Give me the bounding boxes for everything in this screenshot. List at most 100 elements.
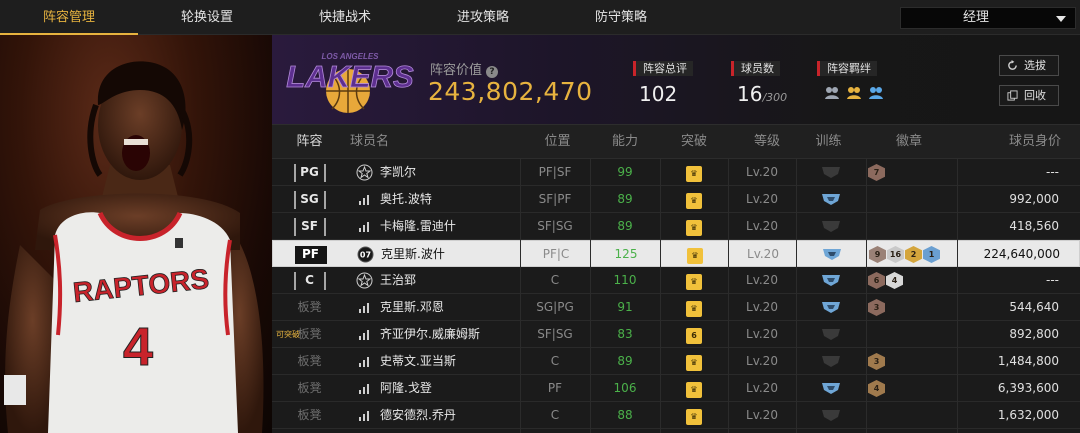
table-row[interactable]: SG 奥托.波特 SF|PF 89 ♛ Lv.20 992,000 <box>272 186 1080 213</box>
header-player-value: 球员身价 <box>1008 134 1061 149</box>
refresh-icon <box>1008 60 1017 70</box>
table-row[interactable]: SF 卡梅隆.雷迪什 SF|SG 89 ♛ Lv.20 418,560 <box>272 213 1080 240</box>
table-row[interactable]: 板凳 克里斯.邓恩 SG|PG 91 ♛ Lv.20 3 544,640 <box>272 294 1080 321</box>
badge-icon[interactable]: 4 <box>886 272 903 289</box>
header-lineup: 阵容 <box>296 134 323 149</box>
badge-icon[interactable]: 3 <box>868 299 885 316</box>
badge-icon[interactable]: 3 <box>868 353 885 370</box>
player-position: SG|PG <box>536 300 574 314</box>
recycle-button[interactable]: 回收 <box>999 85 1059 106</box>
breakthrough-cell: ♛ <box>660 213 728 239</box>
crown-icon: ♛ <box>686 220 702 236</box>
training-active-icon[interactable] <box>821 300 841 314</box>
lineup-value: 243,802,470 <box>428 77 593 106</box>
team-header: LOS ANGELES LAKERS 阵容价值? 243,802,470 阵容总… <box>272 35 1080 125</box>
crown-icon: ♛ <box>686 166 702 182</box>
table-row[interactable]: 板凳 德安德烈.乔丹 C 88 ♛ Lv.20 1,632,000 <box>272 402 1080 429</box>
player-position: PF <box>547 381 563 395</box>
lineup-value-label: 阵容价值? <box>430 59 499 78</box>
badge-icon[interactable]: 16 <box>887 246 904 263</box>
table-header: 阵容 球员名 位置 能力 突破 等级 训练 徽章 球员身价 <box>272 125 1080 159</box>
signal-bars-icon <box>359 330 369 340</box>
bond-blue-icon[interactable] <box>867 84 885 102</box>
training-inactive-icon[interactable] <box>821 327 841 341</box>
player-market-value: 544,640 <box>1009 300 1059 314</box>
table-row[interactable]: PG 李凯尔 PF|SF 99 ♛ Lv.20 7 --- <box>272 159 1080 186</box>
player-market-value: --- <box>1046 273 1059 287</box>
signal-bars-icon <box>359 195 369 205</box>
column-divider <box>957 159 958 433</box>
rank-number-icon: 07 <box>357 246 374 263</box>
lineup-slot: SG <box>272 186 347 212</box>
player-position: SF|PF <box>538 192 572 206</box>
table-row[interactable]: PF 07 克里斯.波什 PF|C 125 ♛ Lv.20 9 16 2 1 224,640,000 <box>272 240 1080 267</box>
lakers-logo: LOS ANGELES LAKERS <box>286 47 416 117</box>
training-active-icon[interactable] <box>821 381 841 395</box>
player-rating: 89 <box>617 192 633 206</box>
training-cell <box>796 267 866 293</box>
tab-rotation-settings[interactable]: 轮换设置 <box>138 0 276 35</box>
training-inactive-icon[interactable] <box>821 354 841 368</box>
crown-icon: ♛ <box>686 355 702 371</box>
player-level: Lv.20 <box>746 327 778 341</box>
table-row[interactable]: 板凳 史蒂文.亚当斯 C 89 ♛ Lv.20 3 1,484,800 <box>272 348 1080 375</box>
breakthrough-cell: ♛ <box>660 348 728 374</box>
badge-icon[interactable]: 9 <box>869 246 886 263</box>
overall-rating-value: 102 <box>639 82 678 106</box>
player-market-value: 1,632,000 <box>997 408 1059 422</box>
player-name: 齐亚伊尔.威廉姆斯 <box>380 327 480 341</box>
player-portrait: RAPTORS 4 <box>0 35 272 433</box>
table-row[interactable]: 板凳 齐亚伊尔.威廉姆斯 SF|SG 83 6 Lv.20 892,800 <box>272 321 1080 348</box>
overall-rating-label: 阵容总评 <box>633 61 693 76</box>
training-inactive-icon[interactable] <box>821 408 841 422</box>
player-market-value: 418,560 <box>1009 219 1059 233</box>
lineup-slot: 板凳 <box>297 354 322 368</box>
column-divider <box>660 159 661 433</box>
player-rating: 125 <box>614 247 638 261</box>
bond-icons[interactable] <box>817 84 885 102</box>
training-active-icon[interactable] <box>822 247 842 261</box>
player-rating: 91 <box>617 300 633 314</box>
player-position: SF|SG <box>537 219 573 233</box>
lineup-bond-stat: 阵容羁绊 <box>817 57 885 102</box>
player-level: Lv.20 <box>746 381 778 395</box>
lineup-slot: PF <box>273 241 348 267</box>
badge-icon[interactable]: 1 <box>923 246 940 263</box>
player-rating: 99 <box>617 165 633 179</box>
column-divider <box>520 159 521 433</box>
badge-icon[interactable]: 7 <box>868 164 885 181</box>
training-active-icon[interactable] <box>821 192 841 206</box>
tab-defense-strategy[interactable]: 防守策略 <box>552 0 690 35</box>
role-dropdown-value: 经理 <box>962 10 989 25</box>
player-market-value: 1,484,800 <box>997 354 1059 368</box>
header-player-name: 球员名 <box>350 134 390 149</box>
player-level: Lv.20 <box>746 273 778 287</box>
tab-offense-strategy[interactable]: 进攻策略 <box>414 0 552 35</box>
bond-gold-icon[interactable] <box>845 84 863 102</box>
tab-lineup-management[interactable]: 阵容管理 <box>0 0 138 35</box>
table-row[interactable]: 板凳 阿隆.戈登 PF 106 ♛ Lv.20 4 6,393,600 <box>272 375 1080 402</box>
lineup-slot: 板凳 <box>297 300 322 314</box>
role-dropdown[interactable]: 经理 <box>900 7 1076 29</box>
training-inactive-icon[interactable] <box>821 165 841 179</box>
badge-icon[interactable]: 2 <box>905 246 922 263</box>
crown-icon: 6 <box>686 328 702 344</box>
player-position: C <box>550 408 560 422</box>
training-active-icon[interactable] <box>821 273 841 287</box>
training-inactive-icon[interactable] <box>821 219 841 233</box>
bond-grey-icon[interactable] <box>823 84 841 102</box>
player-rating: 110 <box>613 273 637 287</box>
badge-icon[interactable]: 6 <box>868 272 885 289</box>
player-name: 卡梅隆.雷迪什 <box>380 219 456 233</box>
crown-icon: ♛ <box>687 248 703 264</box>
crown-icon: ♛ <box>686 409 702 425</box>
breakthrough-cell: ♛ <box>660 375 728 401</box>
table-row[interactable]: C 王治郅 C 110 ♛ Lv.20 6 4 --- <box>272 267 1080 294</box>
badge-icon[interactable]: 4 <box>868 380 885 397</box>
tab-quick-tactics[interactable]: 快捷战术 <box>276 0 414 35</box>
star-rank-icon <box>356 272 373 289</box>
player-name: 李凯尔 <box>380 165 417 179</box>
breakable-tag: 可突破 <box>276 330 300 339</box>
select-button[interactable]: 选拔 <box>999 55 1059 76</box>
breakthrough-cell: ♛ <box>660 186 728 212</box>
